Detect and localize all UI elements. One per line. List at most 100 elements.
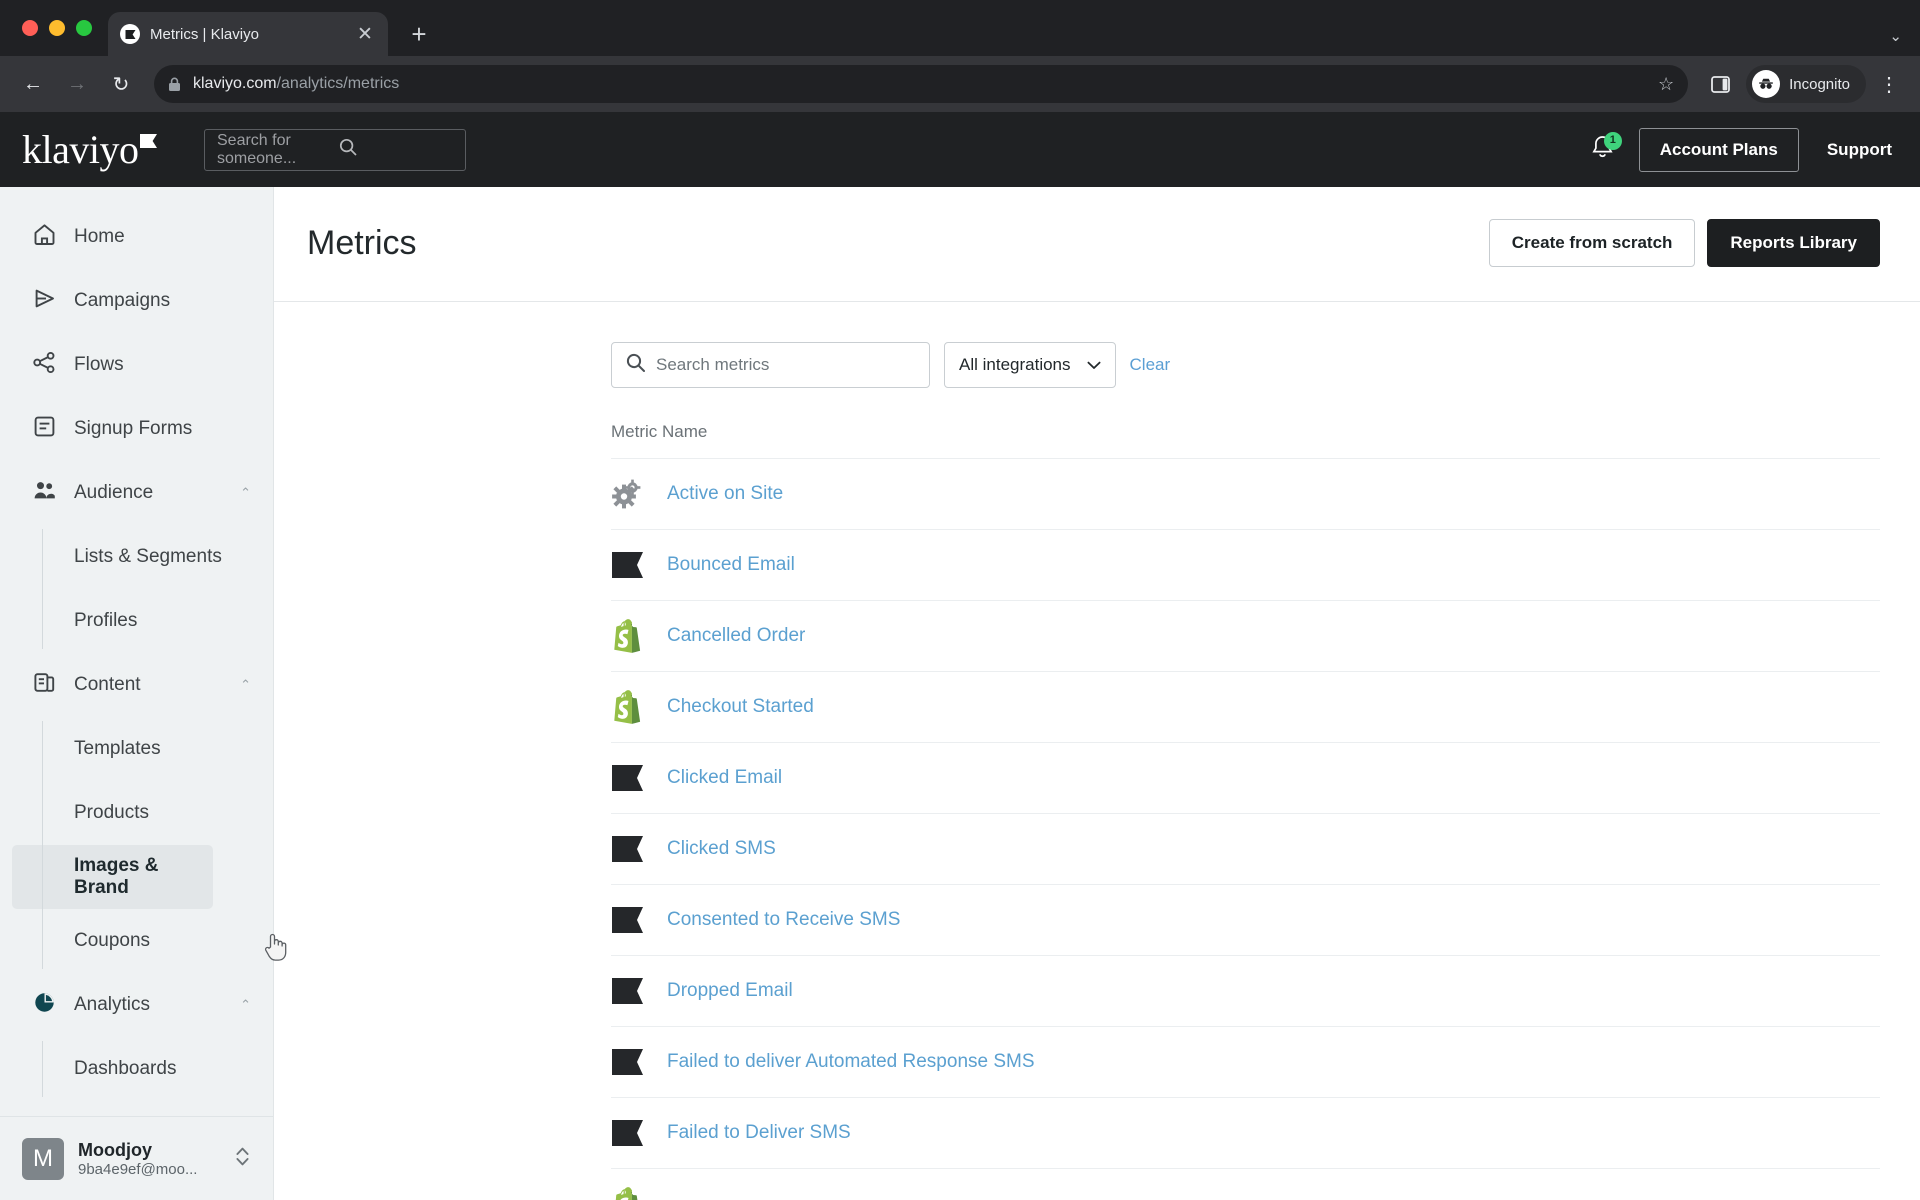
metric-name-link[interactable]: Failed to deliver Automated Response SMS	[667, 1051, 1035, 1073]
table-row[interactable]: Dropped Email	[611, 955, 1880, 1026]
filter-bar: Search metrics All integrations Clear	[274, 302, 1920, 388]
table-row[interactable]: Failed to deliver Automated Response SMS	[611, 1026, 1880, 1097]
pie-chart-icon	[32, 990, 57, 1021]
sidebar-item-label: Analytics	[74, 994, 151, 1015]
table-row[interactable]: Consented to Receive SMS	[611, 884, 1880, 955]
sidebar-item-products[interactable]: Products	[42, 781, 273, 845]
account-switcher[interactable]: M Moodjoy 9ba4e9ef@moo...	[0, 1116, 273, 1200]
reload-button[interactable]: ↻	[102, 65, 140, 103]
metric-name-link[interactable]: Failed to Deliver SMS	[667, 1122, 851, 1144]
chevron-down-icon	[1087, 355, 1101, 375]
sidebar-item-campaigns[interactable]: Campaigns	[0, 269, 273, 333]
table-row[interactable]	[611, 1168, 1880, 1200]
metric-name-link[interactable]: Consented to Receive SMS	[667, 909, 900, 931]
chevron-up-icon[interactable]: ⌃	[240, 997, 251, 1013]
shopify-icon	[611, 690, 645, 724]
account-name: Moodjoy	[78, 1139, 152, 1160]
sidebar-item-label: Campaigns	[74, 290, 171, 311]
forward-button[interactable]: →	[58, 65, 96, 103]
close-tab-button[interactable]: ✕	[354, 25, 376, 44]
avatar: M	[22, 1137, 64, 1180]
app-header: klaviyo Search for someone... 1 Account …	[0, 112, 1920, 187]
global-search-input[interactable]: Search for someone...	[204, 128, 466, 171]
table-row[interactable]: Clicked SMS	[611, 813, 1880, 884]
content-subitems: Templates Products Images & Brand Coupon…	[0, 717, 273, 973]
metric-name-link[interactable]: Clicked Email	[667, 767, 782, 789]
sidebar-item-label: Content	[74, 674, 141, 695]
sidebar-item-home[interactable]: Home	[0, 205, 273, 269]
klaviyo-flag-icon	[611, 761, 645, 795]
sidebar-item-flows[interactable]: Flows	[0, 333, 273, 397]
metric-name-link[interactable]: Bounced Email	[667, 554, 795, 576]
metric-name-link[interactable]: Clicked SMS	[667, 838, 776, 860]
flow-nodes-icon	[32, 350, 57, 381]
browser-menu-icon[interactable]: ⋮	[1872, 72, 1906, 97]
account-plans-button[interactable]: Account Plans	[1638, 127, 1799, 172]
table-row[interactable]: Cancelled Order	[611, 600, 1880, 671]
search-icon	[626, 353, 645, 377]
back-button[interactable]: ←	[14, 65, 52, 103]
window-traffic-lights	[14, 0, 108, 56]
support-link[interactable]: Support	[1827, 140, 1892, 160]
metric-name-link[interactable]: Checkout Started	[667, 696, 814, 718]
metric-name-link[interactable]: Active on Site	[667, 483, 783, 505]
people-icon	[32, 478, 57, 509]
sidebar-item-lists-segments[interactable]: Lists & Segments	[42, 525, 273, 589]
search-metrics-input[interactable]: Search metrics	[611, 342, 930, 388]
sidebar-item-coupons[interactable]: Coupons	[42, 909, 273, 973]
new-tab-button[interactable]: +	[402, 21, 436, 47]
chevron-up-icon[interactable]: ⌃	[240, 485, 251, 501]
page-viewport: klaviyo Search for someone... 1 Account …	[0, 112, 1920, 1200]
page-actions: Create from scratch Reports Library	[1488, 219, 1880, 267]
paper-plane-icon	[32, 286, 57, 317]
shopify-icon	[611, 619, 645, 653]
tab-strip: Metrics | Klaviyo ✕ + ⌄	[0, 0, 1920, 56]
page-header: Metrics Create from scratch Reports Libr…	[274, 187, 1920, 302]
address-bar[interactable]: klaviyo.com/analytics/metrics ☆	[154, 65, 1689, 103]
sidebar-item-profiles[interactable]: Profiles	[42, 589, 273, 653]
create-from-scratch-button[interactable]: Create from scratch	[1488, 219, 1696, 267]
integrations-select[interactable]: All integrations	[944, 342, 1116, 388]
table-row[interactable]: Clicked Email	[611, 742, 1880, 813]
sidebar-item-analytics[interactable]: Analytics ⌃	[0, 973, 273, 1037]
minimize-window-button[interactable]	[49, 20, 65, 36]
url-text: klaviyo.com/analytics/metrics	[193, 75, 399, 93]
form-icon	[32, 414, 57, 445]
sidebar-item-audience[interactable]: Audience ⌃	[0, 461, 273, 525]
main-content: Metrics Create from scratch Reports Libr…	[274, 187, 1920, 1200]
sidebar-item-dashboards[interactable]: Dashboards	[42, 1037, 273, 1101]
content-icon	[32, 670, 57, 701]
klaviyo-flag-icon	[611, 1045, 645, 1079]
tab-search-chevron-icon[interactable]: ⌄	[1889, 28, 1902, 45]
maximize-window-button[interactable]	[76, 20, 92, 36]
sidebar-item-images-brand[interactable]: Images & Brand	[12, 845, 213, 909]
sidebar-item-templates[interactable]: Templates	[42, 717, 273, 781]
table-row[interactable]: Failed to Deliver SMS	[611, 1097, 1880, 1168]
up-down-chevron-icon[interactable]	[234, 1144, 251, 1174]
browser-tab[interactable]: Metrics | Klaviyo ✕	[108, 12, 388, 56]
metric-name-link[interactable]: Cancelled Order	[667, 625, 805, 647]
reports-library-button[interactable]: Reports Library	[1707, 219, 1880, 267]
lock-icon	[168, 77, 181, 92]
app-header-actions: 1 Account Plans Support	[1581, 127, 1892, 172]
sidebar-item-label: Flows	[74, 354, 124, 375]
clear-filters-link[interactable]: Clear	[1130, 355, 1171, 375]
bookmark-star-icon[interactable]: ☆	[1658, 74, 1674, 95]
integrations-value: All integrations	[959, 355, 1071, 374]
home-icon	[32, 222, 57, 253]
account-email: 9ba4e9ef@moo...	[78, 1161, 198, 1179]
metric-name-link[interactable]: Dropped Email	[667, 980, 793, 1002]
notifications-button[interactable]: 1	[1581, 128, 1625, 172]
chevron-up-icon[interactable]: ⌃	[240, 677, 251, 693]
side-panel-icon[interactable]	[1702, 66, 1738, 102]
incognito-profile-chip[interactable]: Incognito	[1746, 65, 1866, 103]
global-search-placeholder: Search for someone...	[217, 131, 297, 167]
table-row[interactable]: Bounced Email	[611, 529, 1880, 600]
klaviyo-logo[interactable]: klaviyo	[22, 129, 192, 170]
tab-list-area: ⌄	[1889, 27, 1920, 56]
table-row[interactable]: Active on Site	[611, 458, 1880, 529]
table-row[interactable]: Checkout Started	[611, 671, 1880, 742]
close-window-button[interactable]	[22, 20, 38, 36]
sidebar-item-content[interactable]: Content ⌃	[0, 653, 273, 717]
sidebar-item-signup-forms[interactable]: Signup Forms	[0, 397, 273, 461]
